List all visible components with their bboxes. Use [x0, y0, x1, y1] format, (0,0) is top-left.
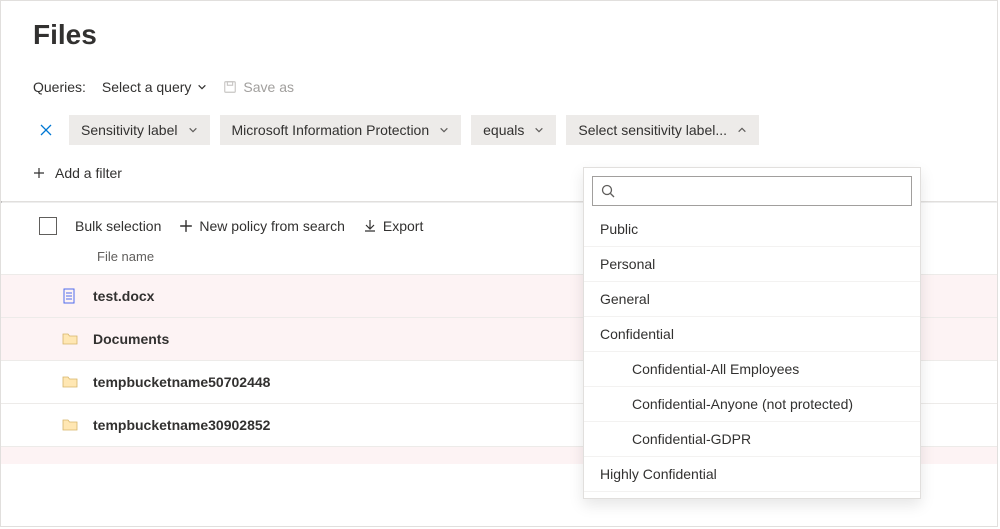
select-query-label: Select a query [102, 79, 192, 95]
file-name: tempbucketname50702448 [93, 374, 270, 390]
dropdown-search-input[interactable] [623, 182, 903, 200]
dropdown-item-confidential-gdpr[interactable]: Confidential-GDPR [584, 422, 920, 457]
filter-provider-pill[interactable]: Microsoft Information Protection [220, 115, 462, 145]
search-icon [601, 184, 615, 198]
save-icon [223, 80, 237, 94]
filter-field-pill[interactable]: Sensitivity label [69, 115, 210, 145]
new-policy-button[interactable]: New policy from search [179, 218, 345, 234]
plus-icon [33, 167, 45, 179]
download-icon [363, 219, 377, 233]
file-name: tempbucketname30902852 [93, 417, 270, 433]
dropdown-list[interactable]: Public Personal General Confidential Con… [584, 212, 920, 498]
chevron-down-icon [188, 125, 198, 135]
chevron-down-icon [197, 82, 207, 92]
filter-operator-pill[interactable]: equals [471, 115, 556, 145]
folder-icon [61, 416, 79, 434]
queries-row: Queries: Select a query Save as [33, 79, 965, 95]
chevron-up-icon [737, 125, 747, 135]
filter-value-label: Select sensitivity label... [578, 122, 727, 138]
dropdown-item-personal[interactable]: Personal [584, 247, 920, 282]
filter-value-pill[interactable]: Select sensitivity label... [566, 115, 759, 145]
add-filter-label: Add a filter [55, 165, 122, 181]
filter-operator-label: equals [483, 122, 524, 138]
plus-icon [179, 219, 193, 233]
select-query-dropdown[interactable]: Select a query [102, 79, 208, 95]
remove-filter-button[interactable] [33, 117, 59, 143]
filter-provider-label: Microsoft Information Protection [232, 122, 430, 138]
bulk-selection-label: Bulk selection [75, 218, 161, 234]
chevron-down-icon [439, 125, 449, 135]
folder-icon [61, 330, 79, 348]
close-icon [39, 123, 53, 137]
select-all-checkbox[interactable] [39, 217, 57, 235]
filters-row: Sensitivity label Microsoft Information … [33, 115, 965, 145]
queries-label: Queries: [33, 79, 86, 95]
new-policy-label: New policy from search [199, 218, 345, 234]
export-button[interactable]: Export [363, 218, 423, 234]
bulk-selection-button[interactable]: Bulk selection [75, 218, 161, 234]
page-title: Files [33, 19, 965, 51]
file-name: test.docx [93, 288, 154, 304]
filter-field-label: Sensitivity label [81, 122, 178, 138]
dropdown-item-public[interactable]: Public [584, 212, 920, 247]
dropdown-item-highly-confidential-all[interactable]: Highly Confidential-All Employees [584, 492, 920, 498]
dropdown-item-confidential[interactable]: Confidential [584, 317, 920, 352]
save-as-button: Save as [223, 79, 294, 95]
export-label: Export [383, 218, 423, 234]
save-as-label: Save as [243, 79, 294, 95]
dropdown-item-general[interactable]: General [584, 282, 920, 317]
folder-icon [61, 373, 79, 391]
dropdown-search[interactable] [592, 176, 912, 206]
file-docx-icon [61, 287, 79, 305]
sensitivity-label-dropdown: Public Personal General Confidential Con… [583, 167, 921, 499]
file-name: Documents [93, 331, 169, 347]
column-file-name[interactable]: File name [97, 249, 154, 264]
chevron-down-icon [534, 125, 544, 135]
dropdown-item-confidential-all-employees[interactable]: Confidential-All Employees [584, 352, 920, 387]
dropdown-item-highly-confidential[interactable]: Highly Confidential [584, 457, 920, 492]
dropdown-item-confidential-anyone[interactable]: Confidential-Anyone (not protected) [584, 387, 920, 422]
